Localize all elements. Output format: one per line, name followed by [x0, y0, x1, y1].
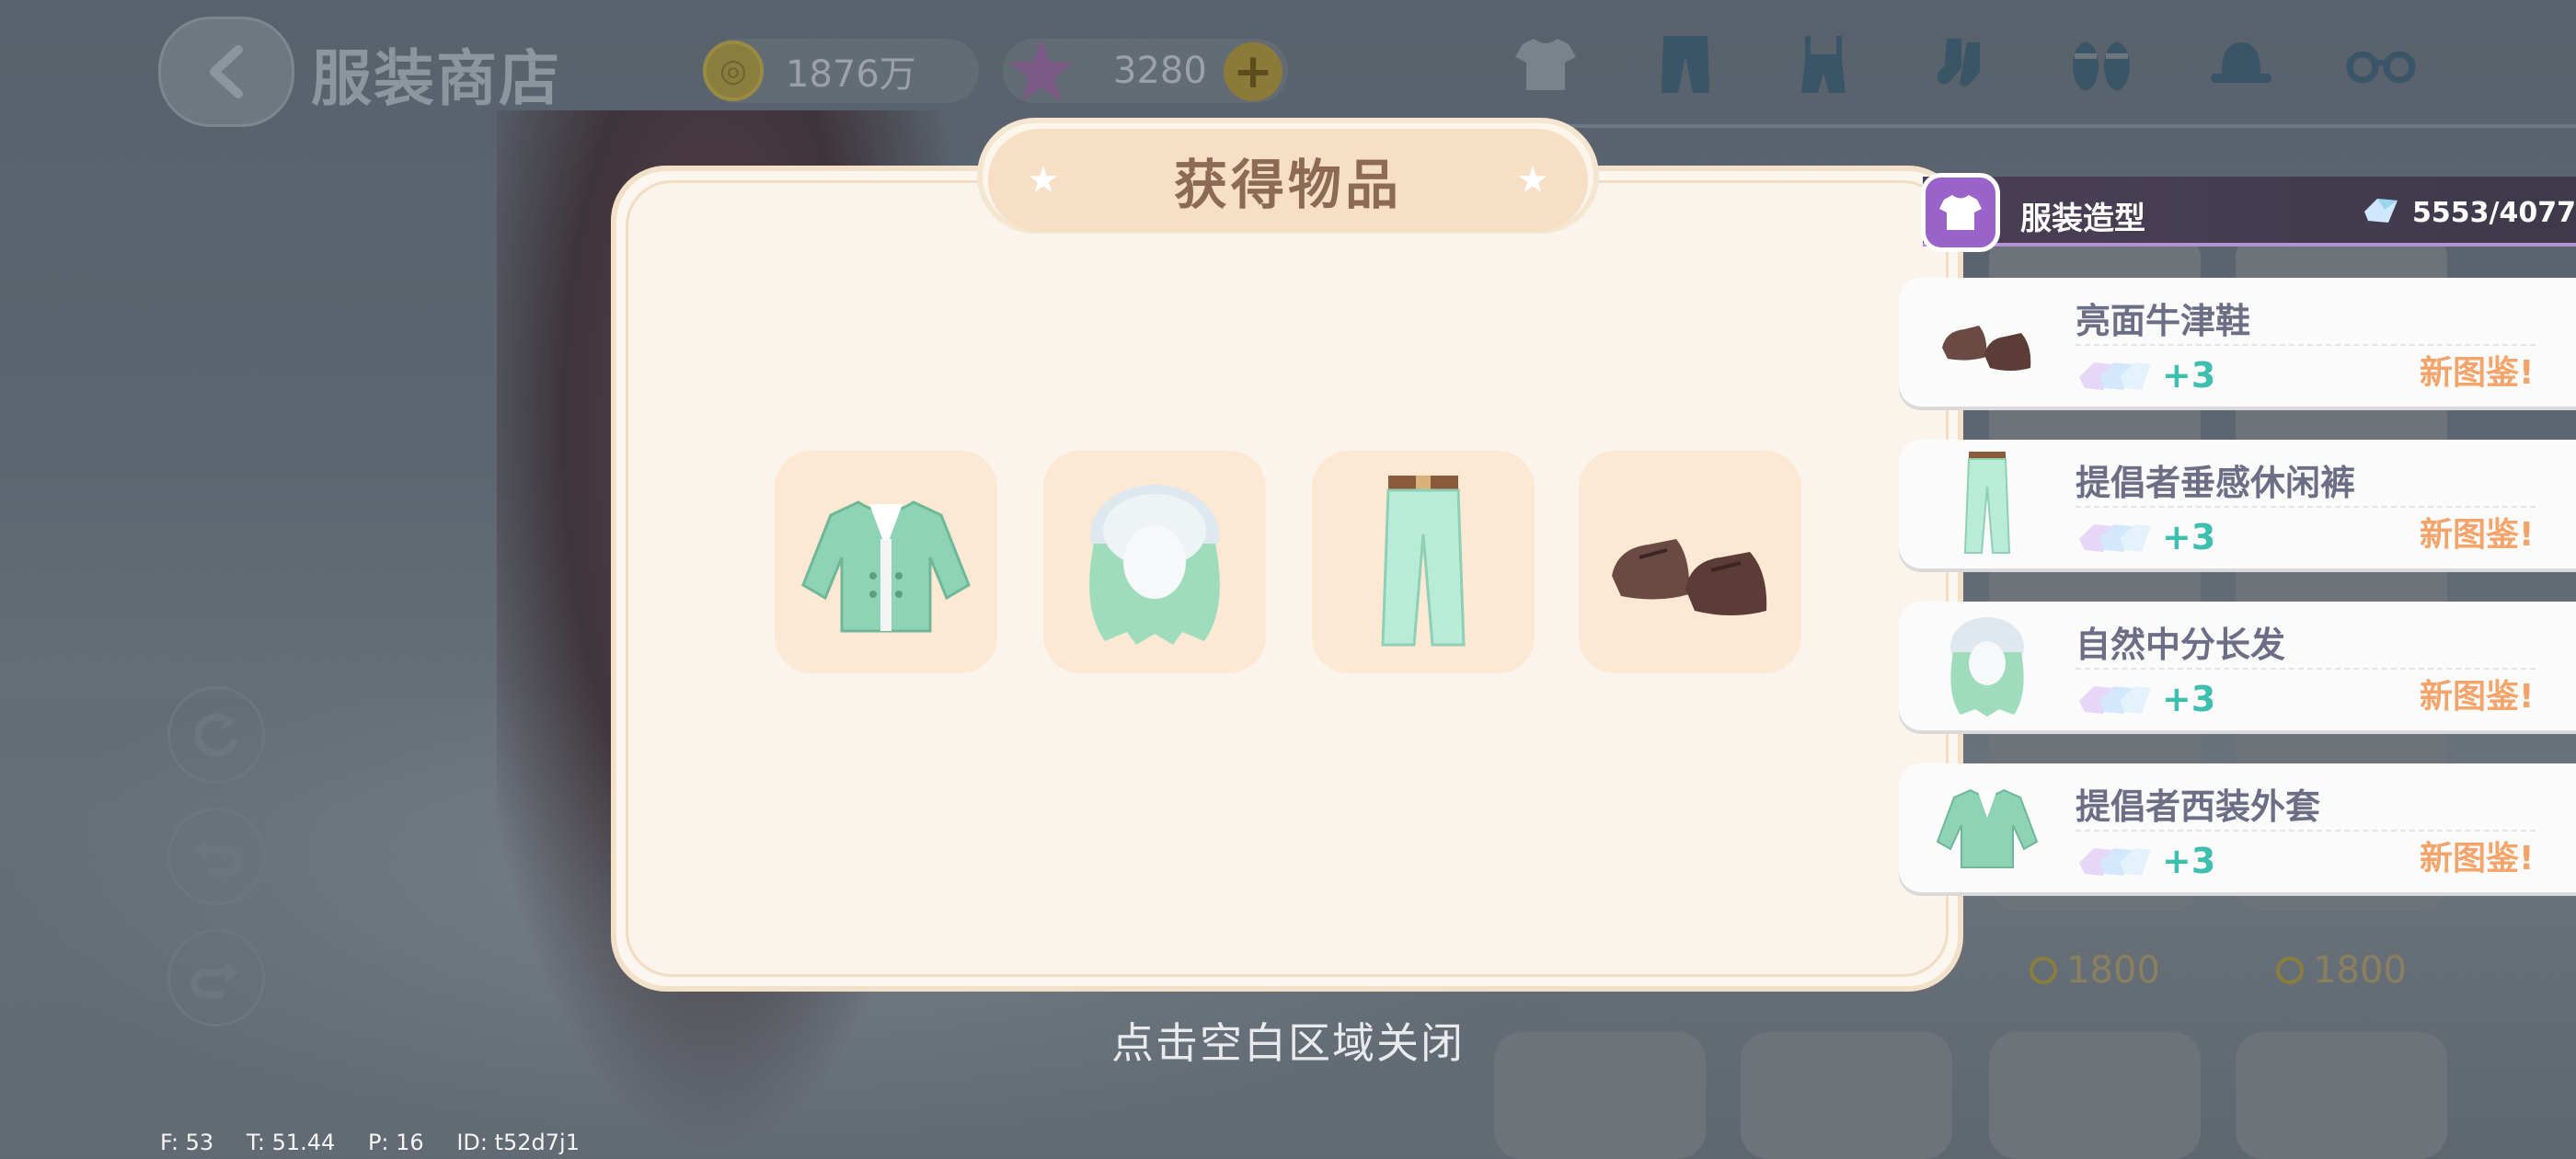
reward-item-jacket[interactable] [775, 451, 997, 673]
debug-stats: F: 53 T: 51.44 P: 16 ID: t52d7j1 [160, 1130, 605, 1155]
jacket-icon [801, 500, 971, 633]
coin-icon [2030, 957, 2058, 984]
pants-icon [1923, 443, 2052, 563]
coin-icon: ◎ [703, 40, 764, 101]
page-title: 服装商店 [311, 43, 561, 114]
gem-icon [2076, 355, 2153, 399]
tshirt-icon [1939, 195, 1982, 230]
pants-icon[interactable] [1649, 28, 1722, 101]
reward-item-pants[interactable] [1312, 451, 1535, 673]
socks-icon[interactable] [1926, 28, 2000, 101]
entry-name: 提倡者西装外套 [2076, 786, 2321, 827]
gem-icon [2076, 517, 2153, 561]
entry-name: 亮面牛津鞋 [2076, 301, 2251, 341]
coin-amount: 1876万 [786, 53, 916, 96]
entry-name: 提倡者垂感休闲裤 [2076, 463, 2356, 503]
entry-bonus: +3 [2162, 679, 2216, 719]
shop-item-card[interactable] [2236, 1032, 2447, 1159]
star-icon: ★ [1516, 159, 1549, 201]
back-button[interactable] [158, 17, 294, 127]
undo-button[interactable] [167, 808, 265, 905]
reward-item-shoes[interactable] [1579, 451, 1801, 673]
redo-button[interactable] [167, 929, 265, 1027]
sandals-icon[interactable] [2064, 28, 2138, 101]
gem-icon [2076, 841, 2153, 885]
undo-icon [194, 840, 242, 877]
new-badge: 新图鉴! [2420, 678, 2535, 716]
debug-fps: F: 53 [160, 1130, 214, 1155]
overalls-icon[interactable] [1787, 28, 1860, 101]
debug-time: T: 51.44 [246, 1130, 336, 1155]
modal-title: 获得物品 [1173, 154, 1402, 216]
hair-icon [1923, 605, 2052, 725]
shop-item-card[interactable] [1989, 1032, 2201, 1159]
hat-icon[interactable] [2204, 28, 2278, 101]
glasses-icon[interactable] [2344, 28, 2418, 101]
outfit-badge [1921, 173, 2000, 252]
gem-icon [2361, 195, 2401, 230]
add-currency-button[interactable]: + [1224, 42, 1282, 101]
redo-icon [190, 961, 238, 998]
new-badge: 新图鉴! [2420, 840, 2535, 878]
entry-bonus: +3 [2162, 517, 2216, 557]
new-badge: 新图鉴! [2420, 516, 2535, 554]
shop-item-price: 1800 [2236, 938, 2447, 1003]
rotate-button[interactable] [167, 686, 265, 784]
collection-title: 服装造型 [2020, 201, 2145, 237]
shop-item-card[interactable] [1741, 1032, 1952, 1159]
coin-icon [2276, 957, 2305, 984]
chevron-left-icon [210, 45, 243, 98]
star-amount: 3280 [1113, 50, 1207, 92]
coin-counter: ◎ 1876万 [703, 39, 979, 103]
reward-modal-title-bar: ★ 获得物品 ★ [988, 129, 1588, 232]
pants-icon [1381, 476, 1466, 647]
shop-item-price: 1800 [1989, 938, 2201, 1003]
star-icon [1010, 40, 1073, 100]
close-hint[interactable]: 点击空白区域关闭 [1012, 1010, 1564, 1071]
tshirt-icon[interactable] [1509, 28, 1582, 101]
category-divider [1500, 124, 2576, 128]
debug-ping: P: 16 [367, 1130, 424, 1155]
collection-count: 5553/40779 [2412, 197, 2576, 229]
shoes-icon [1612, 539, 1767, 615]
shoes-icon [1923, 281, 2052, 401]
gem-icon [2076, 679, 2153, 723]
entry-name: 自然中分长发 [2076, 625, 2286, 665]
reward-item-hair[interactable] [1043, 451, 1266, 673]
entry-bonus: +3 [2162, 841, 2216, 881]
rotate-icon [194, 713, 238, 758]
star-icon: ★ [1027, 159, 1060, 201]
new-badge: 新图鉴! [2420, 354, 2535, 392]
hair-icon [1089, 485, 1220, 645]
debug-id: ID: t52d7j1 [456, 1130, 580, 1155]
jacket-icon [1923, 767, 2052, 887]
entry-bonus: +3 [2162, 355, 2216, 396]
